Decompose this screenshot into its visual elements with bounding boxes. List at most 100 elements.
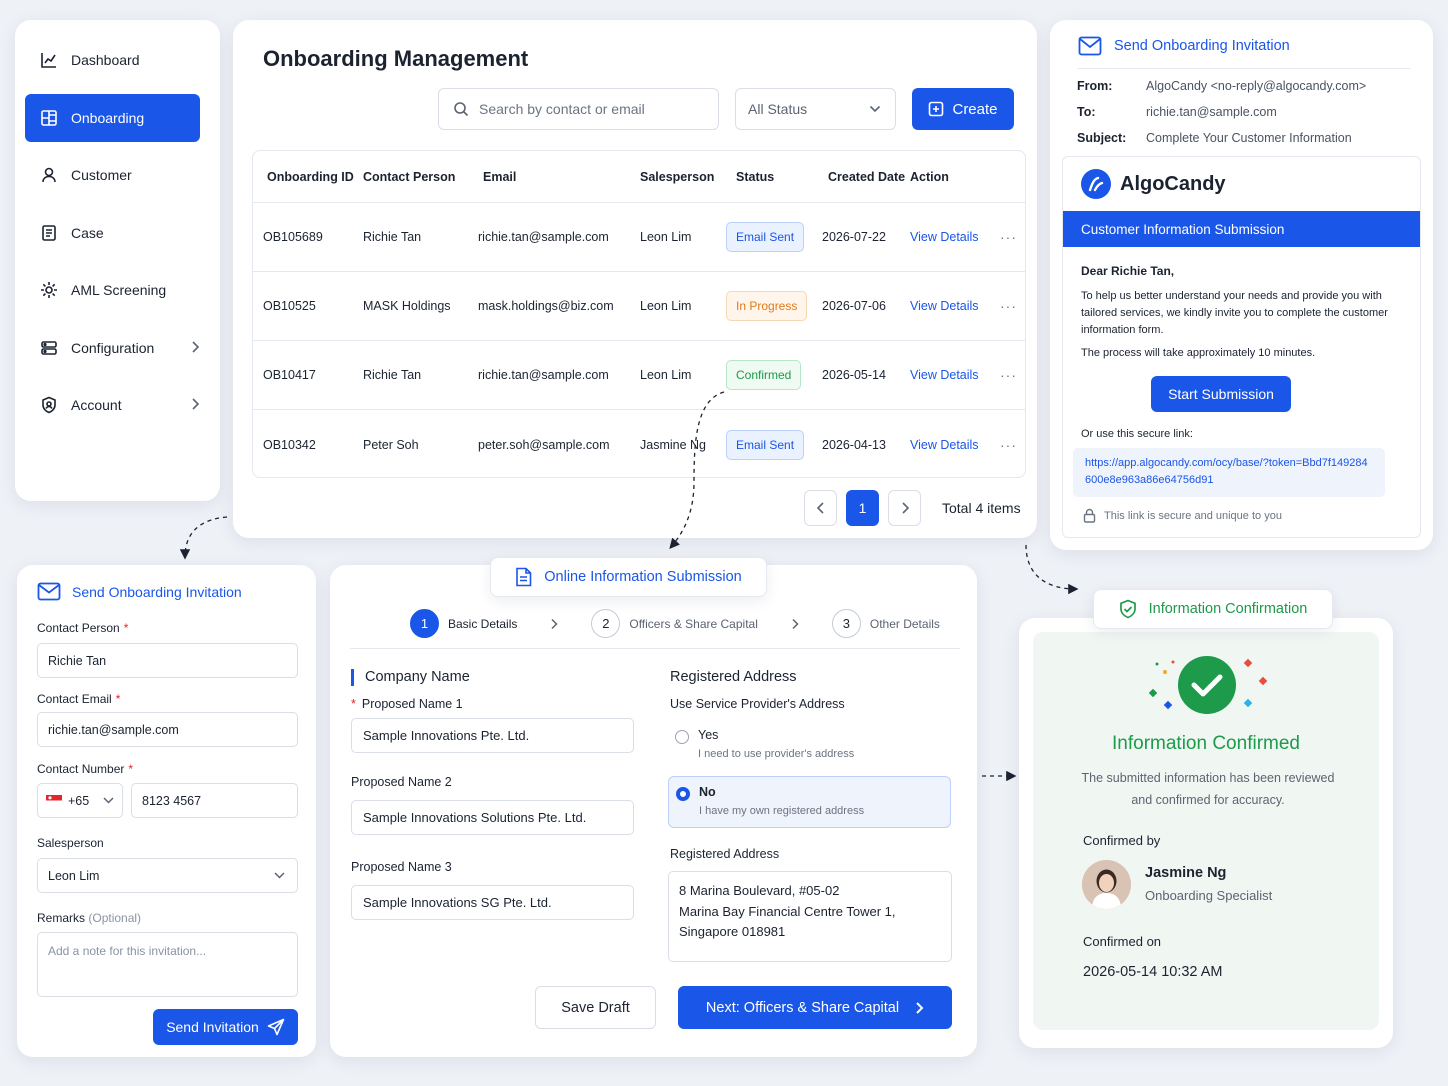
brand-logo: AlgoCandy [1081, 169, 1226, 199]
cell-id: OB105689 [263, 230, 323, 244]
shield-icon [39, 395, 59, 415]
cell-id: OB10417 [263, 368, 316, 382]
cell-email: richie.tan@sample.com [478, 230, 609, 244]
contact-person-field[interactable]: Richie Tan [37, 643, 298, 678]
proposed-name-2-field[interactable]: Sample Innovations Solutions Pte. Ltd. [351, 800, 634, 835]
column-header[interactable]: Status [726, 170, 822, 184]
start-submission-button[interactable]: Start Submission [1151, 376, 1291, 412]
create-button[interactable]: Create [912, 88, 1014, 130]
provider-address-label: Use Service Provider's Address [670, 697, 845, 711]
total-items: Total 4 items [942, 500, 1021, 516]
salesperson-select[interactable]: Leon Lim [37, 858, 298, 893]
email-to: To: richie.tan@sample.com [1077, 105, 1277, 119]
contact-email-field[interactable]: richie.tan@sample.com [37, 712, 298, 747]
contact-email-label: Contact Email * [37, 692, 121, 706]
view-details-link[interactable]: View Details [910, 368, 979, 382]
more-actions-icon[interactable]: ··· [1000, 229, 1017, 245]
cell-email: richie.tan@sample.com [478, 368, 609, 382]
cell-contact: Richie Tan [363, 230, 422, 244]
scan-icon [39, 280, 59, 300]
sidebar-item-aml-screening[interactable]: AML Screening [25, 266, 200, 314]
radio-yes[interactable]: Yes I need to use provider's address [668, 720, 951, 772]
divider [350, 648, 960, 649]
sidebar-item-customer[interactable]: Customer [25, 151, 200, 199]
avatar [1082, 860, 1131, 909]
step-other-details[interactable]: 3 Other Details [831, 609, 940, 638]
cell-date: 2026-07-22 [822, 230, 886, 244]
cell-contact: MASK Holdings [363, 299, 451, 313]
step-officers-share-capital[interactable]: 2 Officers & Share Capital [591, 609, 758, 638]
registered-address-textarea[interactable]: 8 Marina Boulevard, #05-02 Marina Bay Fi… [668, 871, 952, 962]
table-header: Onboarding ID Contact Person Email Sales… [253, 151, 1025, 203]
config-icon [39, 338, 59, 358]
cell-salesperson: Leon Lim [640, 299, 692, 313]
save-draft-button[interactable]: Save Draft [535, 986, 656, 1029]
next-step-button[interactable]: Next: Officers & Share Capital [678, 986, 952, 1029]
pagination: 1 Total 4 items [804, 490, 1021, 526]
cell-date: 2026-07-06 [822, 299, 886, 313]
sidebar-item-dashboard[interactable]: Dashboard [25, 36, 200, 84]
country-code-select[interactable]: +65 [37, 783, 123, 818]
prev-page-button[interactable] [804, 490, 837, 526]
search-icon [453, 101, 479, 117]
chevron-down-icon [103, 797, 114, 804]
sidebar-item-label: Onboarding [71, 109, 145, 126]
column-header[interactable]: Onboarding ID [253, 170, 363, 184]
sidebar-item-account[interactable]: Account [25, 381, 200, 429]
next-page-button[interactable] [888, 490, 921, 526]
sidebar-item-onboarding[interactable]: Onboarding [25, 93, 200, 142]
cell-salesperson: Leon Lim [640, 368, 692, 382]
arrow-to-invite [179, 516, 228, 560]
search-input[interactable]: Search by contact or email [438, 88, 719, 130]
person-name: Jasmine Ng [1145, 865, 1227, 881]
more-actions-icon[interactable]: ··· [1000, 367, 1017, 383]
registered-address-title: Registered Address [670, 669, 797, 685]
radio-no[interactable]: No I have my own registered address [668, 776, 951, 828]
column-header[interactable]: Contact Person [363, 170, 478, 184]
grid-icon [39, 108, 59, 128]
page-button-current[interactable]: 1 [846, 490, 879, 526]
view-details-link[interactable]: View Details [910, 438, 979, 452]
onboarding-table: Onboarding ID Contact Person Email Sales… [252, 150, 1026, 478]
radio-button-selected [676, 787, 690, 801]
chevron-right-icon [190, 396, 200, 412]
contact-number-field[interactable]: 8123 4567 [131, 783, 298, 818]
more-actions-icon[interactable]: ··· [1000, 298, 1017, 314]
arrow-to-confirmation-panel [1025, 544, 1079, 595]
sidebar-item-configuration[interactable]: Configuration [25, 324, 200, 372]
sidebar-item-label: Dashboard [71, 52, 140, 68]
email-header: Send Onboarding Invitation [1078, 36, 1410, 69]
more-actions-icon[interactable]: ··· [1000, 437, 1017, 453]
confirmed-check-icon [1145, 650, 1275, 720]
document-icon [515, 567, 532, 587]
status-filter-value: All Status [748, 101, 808, 117]
proposed-name-3-field[interactable]: Sample Innovations SG Pte. Ltd. [351, 885, 634, 920]
email-header-title: Send Onboarding Invitation [1114, 38, 1290, 54]
shield-check-icon [1119, 599, 1137, 619]
step-basic-details[interactable]: 1 Basic Details [410, 609, 517, 638]
secure-link[interactable]: https://app.algocandy.com/ocy/base/?toke… [1073, 448, 1385, 497]
status-filter-select[interactable]: All Status [735, 88, 896, 130]
column-header[interactable]: Email [478, 170, 640, 184]
remarks-textarea[interactable]: Add a note for this invitation... [37, 932, 298, 997]
brand-name: AlgoCandy [1120, 172, 1226, 195]
singapore-flag-icon [46, 795, 62, 806]
contact-number-label: Contact Number * [37, 762, 134, 776]
sidebar-item-case[interactable]: Case [25, 209, 200, 257]
view-details-link[interactable]: View Details [910, 230, 979, 244]
confirmed-on-label: Confirmed on [1083, 934, 1162, 949]
view-details-link[interactable]: View Details [910, 299, 979, 313]
cell-contact: Richie Tan [363, 368, 422, 382]
column-header[interactable]: Salesperson [640, 170, 726, 184]
chart-line-icon [39, 50, 59, 70]
column-header[interactable]: Created Date [822, 170, 910, 184]
sidebar: Dashboard Onboarding Customer Case AML S… [15, 20, 220, 501]
email-duration: The process will take approximately 10 m… [1081, 347, 1316, 359]
proposed-name-1-field[interactable]: Sample Innovations Pte. Ltd. [351, 718, 634, 753]
sidebar-item-label: Case [71, 224, 104, 241]
mail-icon [37, 582, 61, 601]
confirmed-by-label: Confirmed by [1083, 833, 1161, 848]
send-invitation-button[interactable]: Send Invitation [153, 1009, 298, 1045]
create-label: Create [952, 100, 998, 118]
search-placeholder: Search by contact or email [479, 101, 645, 117]
